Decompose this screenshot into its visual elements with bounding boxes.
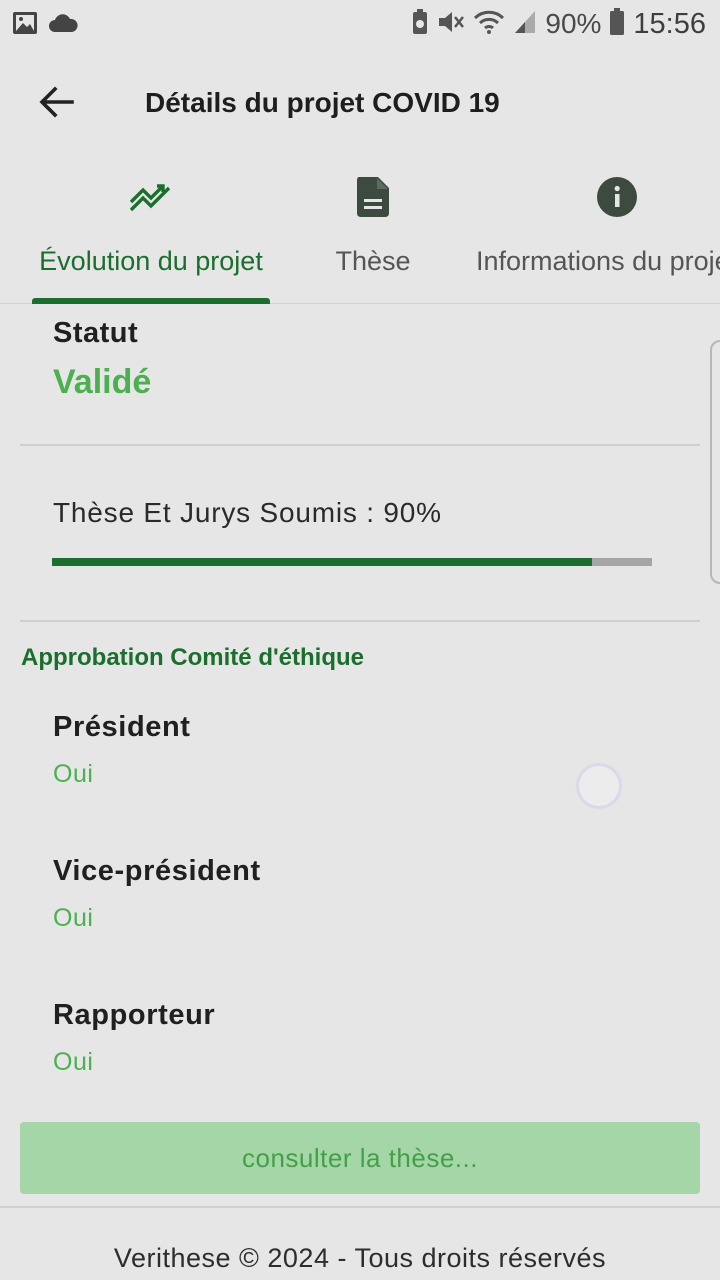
approval-vice-president-value: Oui [53, 904, 94, 932]
tab-informations[interactable]: Informations du projet [470, 160, 720, 303]
trending-up-icon [20, 176, 282, 222]
cloud-notification-icon [48, 12, 78, 39]
battery-icon [609, 7, 625, 41]
gallery-notification-icon [12, 10, 38, 41]
active-tab-indicator [32, 298, 270, 304]
status-bar-system: 90% 15:56 [411, 6, 706, 42]
evolution-content[interactable]: Statut Validé Thèse Et Jurys Soumis : 90… [0, 305, 720, 1205]
tab-evolution-label: Évolution du projet [39, 246, 263, 276]
status-bar: 90% 15:56 [0, 0, 720, 48]
statut-value: Validé [53, 363, 152, 401]
approval-rapporteur-label: Rapporteur [53, 999, 216, 1031]
clock: 15:56 [633, 7, 706, 40]
page-title: Détails du projet COVID 19 [145, 87, 500, 118]
scroll-edge-overlay [710, 340, 720, 584]
tab-these[interactable]: Thèse [318, 160, 428, 303]
tab-bar: Évolution du projet Thèse Informations d… [0, 160, 720, 304]
tab-informations-label: Informations du projet [476, 246, 720, 276]
approval-rapporteur-value: Oui [53, 1048, 94, 1076]
divider [20, 444, 700, 446]
wifi-icon [473, 9, 505, 40]
touch-indicator [577, 764, 621, 808]
approval-vice-president-label: Vice-président [53, 855, 261, 887]
battery-saver-icon [411, 8, 429, 40]
statut-label: Statut [53, 317, 139, 349]
progress-bar [52, 558, 652, 566]
info-icon [470, 176, 720, 222]
battery-percent: 90% [545, 8, 602, 39]
mute-icon [437, 9, 465, 40]
back-button[interactable] [30, 80, 82, 128]
consult-thesis-button[interactable]: consulter la thèse... [20, 1122, 700, 1194]
footer-copyright: Verithese © 2024 - Tous droits réservés [113, 1243, 607, 1273]
tab-evolution[interactable]: Évolution du projet [20, 160, 282, 303]
divider [20, 620, 700, 622]
approval-president-label: Président [53, 711, 191, 743]
document-icon [318, 176, 428, 222]
status-bar-notifications [12, 10, 78, 41]
progress-bar-fill [52, 558, 592, 566]
app-bar: Détails du projet COVID 19 [0, 58, 720, 148]
arrow-left-icon [38, 85, 74, 123]
approval-section-title: Approbation Comité d'éthique [21, 644, 365, 671]
progress-text: Thèse Et Jurys Soumis : 90% [53, 497, 442, 528]
signal-icon [513, 9, 537, 40]
tab-these-label: Thèse [335, 246, 411, 276]
footer-divider [0, 1206, 720, 1208]
approval-president-value: Oui [53, 760, 94, 788]
